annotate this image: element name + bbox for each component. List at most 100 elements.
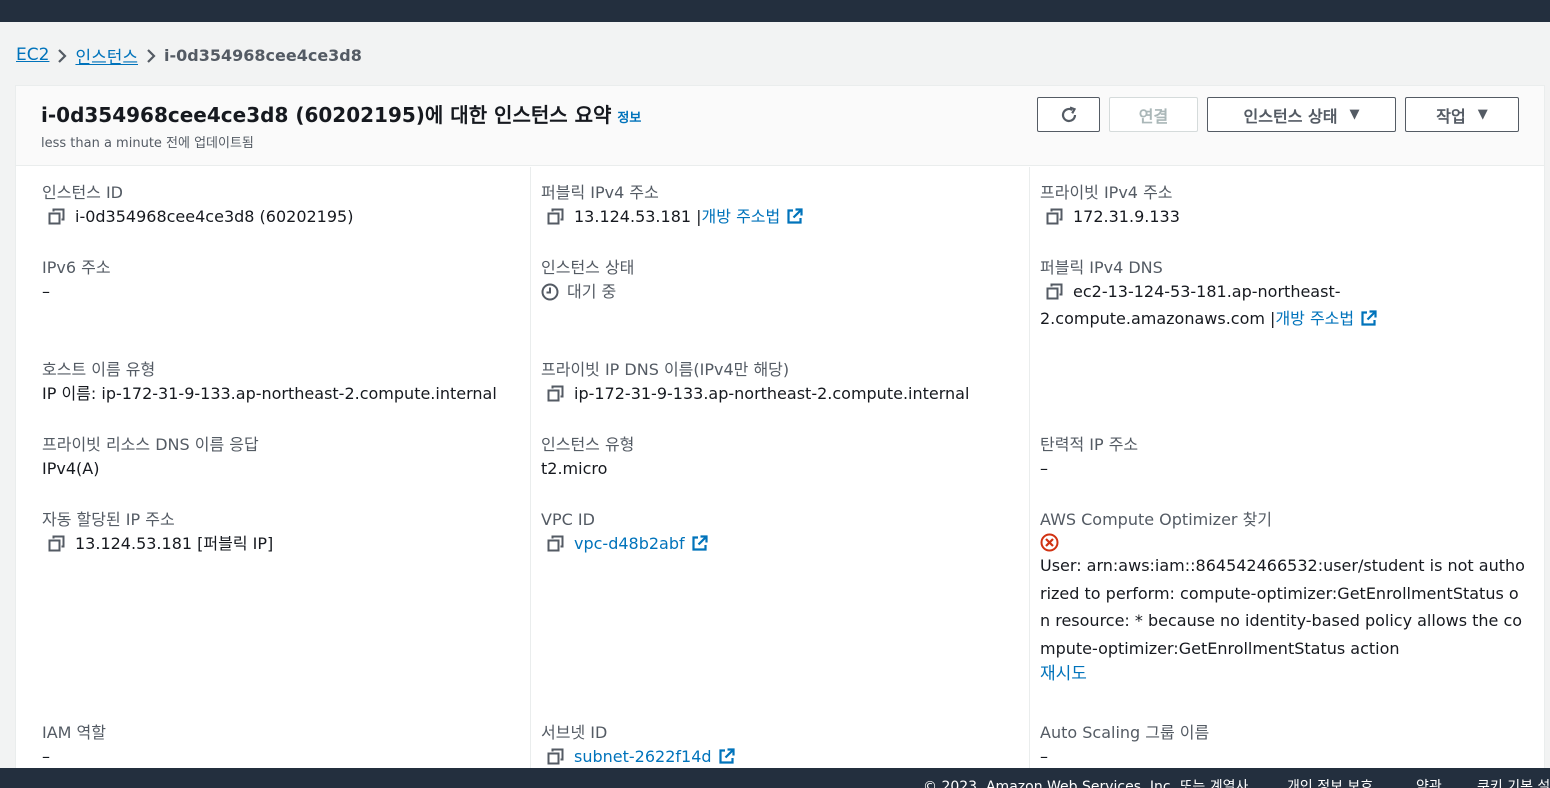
- retry-link[interactable]: 재시도: [1040, 662, 1525, 686]
- field-value-continued: 2.compute.amazonaws.com | 개방 주소법: [1040, 305, 1377, 332]
- footer: © 2023, Amazon Web Services, Inc. 또는 계열사…: [0, 768, 1550, 788]
- field-label: 인스턴스 유형: [541, 435, 635, 454]
- copy-icon[interactable]: [547, 748, 564, 765]
- copy-icon[interactable]: [547, 208, 564, 225]
- copy-icon[interactable]: [48, 208, 65, 225]
- open-address-link[interactable]: 개방 주소법: [1275, 305, 1354, 332]
- connect-button[interactable]: 연결: [1109, 97, 1198, 132]
- field-public-ipv4: 퍼블릭 IPv4 주소 13.124.53.181 | 개방 주소법: [541, 183, 803, 230]
- actions-button[interactable]: 작업 ▼: [1405, 97, 1519, 132]
- field-ipv6: IPv6 주소 –: [42, 258, 111, 305]
- field-label: AWS Compute Optimizer 찾기: [1040, 510, 1273, 529]
- caret-down-icon: ▼: [1477, 107, 1488, 122]
- field-value: IPv4(A): [42, 459, 100, 478]
- field-value: 172.31.9.133: [1040, 203, 1180, 230]
- instance-id-value: i-0d354968cee4ce3d8 (60202195): [75, 207, 354, 226]
- field-label: 퍼블릭 IPv4 DNS: [1040, 258, 1163, 277]
- external-link-icon[interactable]: [786, 208, 803, 225]
- field-auto-assigned-ip: 자동 할당된 IP 주소 13.124.53.181 [퍼블릭 IP]: [42, 510, 273, 557]
- field-value: vpc-d48b2abf: [541, 530, 708, 557]
- field-value: –: [42, 282, 50, 301]
- copy-icon[interactable]: [48, 535, 65, 552]
- field-private-dns: 프라이빗 IP DNS 이름(IPv4만 해당) ip-172-31-9-133…: [541, 360, 969, 407]
- field-value: IP 이름: ip-172-31-9-133.ap-northeast-2.co…: [42, 384, 497, 403]
- field-value: –: [42, 747, 50, 766]
- footer-cookies-link[interactable]: 쿠키 기본 설정: [1477, 776, 1550, 788]
- external-link-icon[interactable]: [691, 535, 708, 552]
- field-label: VPC ID: [541, 510, 595, 529]
- breadcrumb-ec2[interactable]: EC2: [16, 45, 49, 65]
- error-icon: [1040, 533, 1059, 552]
- top-navigation-bar: [0, 0, 1550, 22]
- field-public-dns: 퍼블릭 IPv4 DNS ec2-13-124-53-181.ap-northe…: [1040, 258, 1377, 332]
- field-vpc-id: VPC ID vpc-d48b2abf: [541, 510, 708, 557]
- field-value: 13.124.53.181 | 개방 주소법: [541, 203, 803, 230]
- field-label: IAM 역할: [42, 723, 106, 742]
- column-divider: [530, 167, 531, 784]
- last-updated-text: less than a minute 전에 업데이트됨: [41, 136, 254, 151]
- instance-state-label: 인스턴스 상태: [1243, 106, 1338, 126]
- breadcrumb-current: i-0d354968cee4ce3d8: [164, 45, 362, 65]
- field-label: 서브넷 ID: [541, 723, 608, 742]
- open-address-link[interactable]: 개방 주소법: [702, 203, 781, 230]
- field-value: ip-172-31-9-133.ap-northeast-2.compute.i…: [541, 380, 969, 407]
- actions-label: 작업: [1436, 106, 1466, 126]
- field-elastic-ip: 탄력적 IP 주소 –: [1040, 435, 1138, 482]
- info-link[interactable]: 정보: [617, 111, 641, 126]
- external-link-icon[interactable]: [718, 748, 735, 765]
- footer-copyright: © 2023, Amazon Web Services, Inc. 또는 계열사…: [923, 779, 1253, 788]
- private-ipv4-value: 172.31.9.133: [1073, 207, 1180, 226]
- external-link-icon[interactable]: [1360, 310, 1377, 327]
- field-private-ipv4: 프라이빗 IPv4 주소 172.31.9.133: [1040, 183, 1180, 230]
- field-label: 인스턴스 상태: [541, 258, 635, 277]
- field-value: –: [1040, 459, 1048, 478]
- vpc-id-link[interactable]: vpc-d48b2abf: [574, 530, 685, 557]
- field-value: t2.micro: [541, 459, 608, 478]
- instance-state-value: 대기 중: [567, 282, 617, 301]
- copy-icon[interactable]: [547, 535, 564, 552]
- details-grid: 인스턴스 ID i-0d354968cee4ce3d8 (60202195) 퍼…: [16, 167, 1544, 784]
- instance-state-button[interactable]: 인스턴스 상태 ▼: [1207, 97, 1396, 132]
- page-title: i-0d354968cee4ce3d8 (60202195)에 대한 인스턴스 …: [41, 99, 641, 128]
- refresh-icon: [1061, 105, 1076, 122]
- footer-terms-link[interactable]: 약관: [1416, 776, 1442, 788]
- field-label: 호스트 이름 유형: [42, 360, 156, 379]
- field-iam-role: IAM 역할 –: [42, 723, 106, 770]
- field-instance-state: 인스턴스 상태 대기 중: [541, 258, 634, 305]
- caret-down-icon: ▼: [1349, 107, 1360, 122]
- subnet-id-link[interactable]: subnet-2622f14d: [574, 743, 712, 770]
- footer-privacy-link[interactable]: 개인 정보 보호: [1287, 776, 1373, 788]
- field-asg-name: Auto Scaling 그룹 이름 –: [1040, 723, 1209, 770]
- public-dns-value-line2: 2.compute.amazonaws.com: [1040, 309, 1265, 328]
- chevron-right-icon: [138, 46, 164, 64]
- field-value: i-0d354968cee4ce3d8 (60202195): [42, 203, 353, 230]
- field-subnet-id: 서브넷 ID subnet-2622f14d: [541, 723, 735, 770]
- private-dns-value: ip-172-31-9-133.ap-northeast-2.compute.i…: [574, 384, 970, 403]
- error-line: mpute-optimizer:GetEnrollmentStatus acti…: [1040, 638, 1400, 658]
- chevron-right-icon: [49, 46, 75, 64]
- copy-icon[interactable]: [547, 385, 564, 402]
- field-label: Auto Scaling 그룹 이름: [1040, 723, 1210, 742]
- clock-icon: [541, 283, 559, 300]
- auto-ip-value: 13.124.53.181 [퍼블릭 IP]: [75, 534, 274, 553]
- breadcrumb-instances[interactable]: 인스턴스: [75, 43, 138, 68]
- field-label: 인스턴스 ID: [42, 183, 124, 202]
- field-label: 자동 할당된 IP 주소: [42, 510, 175, 529]
- error-line: User: arn:aws:iam::864542466532:user/stu…: [1040, 556, 1525, 575]
- field-label: 프라이빗 리소스 DNS 이름 응답: [42, 435, 259, 454]
- error-line: rized to perform: compute-optimizer:GetE…: [1040, 583, 1519, 603]
- field-value: 대기 중: [541, 278, 634, 305]
- field-label: 탄력적 IP 주소: [1040, 435, 1139, 454]
- column-divider: [1029, 167, 1030, 784]
- field-compute-optimizer: AWS Compute Optimizer 찾기 User: arn:aws:i…: [1040, 510, 1525, 686]
- field-value: 13.124.53.181 [퍼블릭 IP]: [42, 530, 273, 557]
- copy-icon[interactable]: [1046, 208, 1063, 225]
- error-line: n resource: * because no identity-based …: [1040, 611, 1523, 630]
- field-instance-id: 인스턴스 ID i-0d354968cee4ce3d8 (60202195): [42, 183, 353, 230]
- refresh-button[interactable]: [1037, 97, 1100, 132]
- field-label: IPv6 주소: [42, 258, 111, 277]
- public-ipv4-value: 13.124.53.181: [574, 207, 692, 226]
- error-message: User: arn:aws:iam::864542466532:user/stu…: [1040, 552, 1525, 662]
- field-value: subnet-2622f14d: [541, 743, 735, 770]
- copy-icon[interactable]: [1046, 283, 1063, 300]
